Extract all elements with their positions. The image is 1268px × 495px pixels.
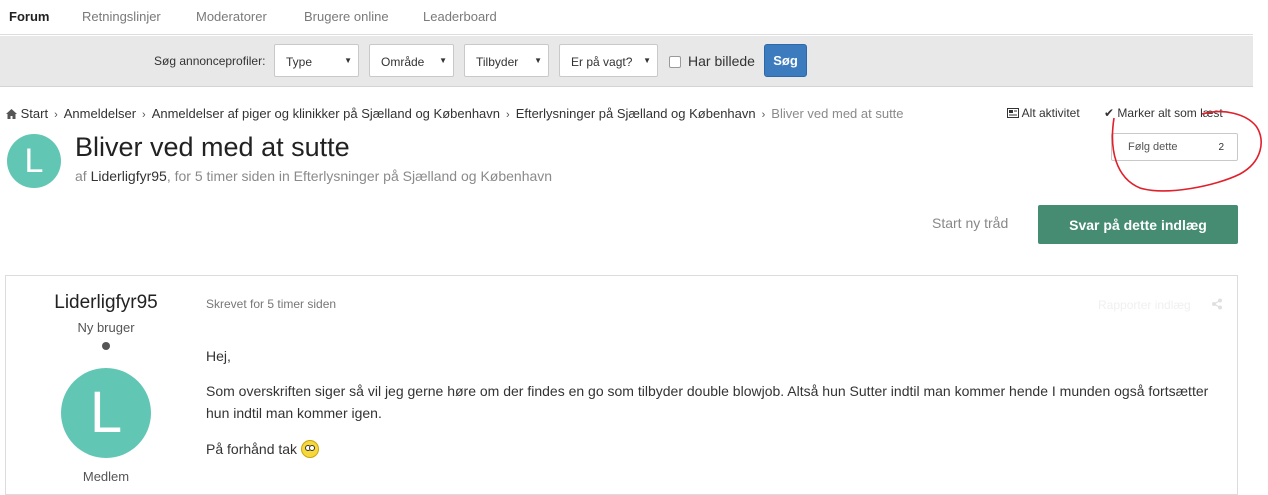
all-activity-label: Alt aktivitet — [1021, 106, 1080, 120]
post-author[interactable]: Liderligfyr95 — [6, 292, 206, 314]
has-image-checkbox[interactable] — [669, 56, 681, 68]
breadcrumb-current: Bliver ved med at sutte — [771, 106, 904, 121]
smiley-icon — [301, 440, 320, 458]
nav-item-moderatorer[interactable]: Moderatorer — [196, 9, 267, 24]
breadcrumb-start[interactable]: Start — [21, 106, 48, 121]
has-image-label[interactable]: Har billede — [688, 53, 755, 69]
area-select[interactable]: Område ▼ — [369, 44, 454, 77]
post: Liderligfyr95 Ny bruger L Medlem Skrevet… — [5, 275, 1238, 495]
post-paragraph: Hej, — [206, 348, 231, 364]
start-new-thread-button[interactable]: Start ny tråd — [932, 215, 1008, 231]
post-paragraph-text: På forhånd tak — [206, 441, 298, 457]
type-select-value: Type — [286, 55, 313, 69]
chevron-right-icon: › — [142, 109, 146, 121]
post-author-group: Medlem — [82, 469, 130, 484]
area-select-value: Område — [381, 55, 425, 69]
nav-item-retningslinjer[interactable]: Retningslinjer — [82, 9, 161, 24]
breadcrumb-efterlysninger[interactable]: Efterlysninger på Sjælland og København — [516, 106, 756, 121]
home-icon — [6, 109, 17, 119]
on-duty-select[interactable]: Er på vagt? ▼ — [559, 44, 658, 77]
chevron-right-icon: › — [506, 109, 510, 121]
all-activity-link[interactable]: Alt aktivitet — [1007, 106, 1080, 120]
red-annotation-circle — [1111, 110, 1262, 192]
report-post-link[interactable]: Rapporter indlæg — [1098, 298, 1191, 312]
page-title: Bliver ved med at sutte — [75, 132, 350, 162]
post-paragraph-last: På forhånd tak — [206, 438, 1226, 460]
nav-item-brugere-online[interactable]: Brugere online — [304, 9, 389, 24]
profile-search-bar: Søg annonceprofiler: Type ▼ Område ▼ Tilby… — [0, 36, 1253, 87]
provider-select-value: Tilbyder — [476, 55, 519, 69]
top-nav: Forum Retningslinjer Moderatorer Brugere… — [0, 0, 1253, 35]
share-icon[interactable] — [1211, 298, 1223, 310]
search-button[interactable]: Søg — [764, 44, 807, 77]
breadcrumb: Start › Anmeldelser › Anmeldelser af piger o… — [6, 106, 904, 121]
byline-meta: , for 5 timer siden in Efterlysninger på… — [166, 168, 553, 184]
breadcrumb-anmeldelser[interactable]: Anmeldelser — [64, 106, 136, 121]
post-author-rank: Ny bruger — [77, 320, 135, 335]
post-date: Skrevet for 5 timer siden — [206, 297, 337, 311]
on-duty-select-value: Er på vagt? — [571, 55, 633, 69]
byline-prefix: af — [75, 168, 91, 184]
dropdown-arrow-icon: ▼ — [534, 56, 542, 65]
search-label: Søg annonceprofiler: — [154, 54, 266, 68]
type-select[interactable]: Type ▼ — [274, 44, 359, 77]
chevron-right-icon: › — [761, 109, 766, 121]
nav-item-forum[interactable]: Forum — [9, 9, 49, 24]
thread-author-link[interactable]: Liderligfyr95 — [91, 168, 167, 184]
dropdown-arrow-icon: ▼ — [344, 56, 352, 65]
post-paragraph: Som overskriften siger så vil jeg gerne … — [206, 383, 1209, 421]
post-author-avatar[interactable]: L — [61, 368, 151, 458]
dropdown-arrow-icon: ▼ — [439, 56, 447, 65]
dropdown-arrow-icon: ▼ — [643, 56, 651, 65]
offline-status-dot — [102, 342, 110, 350]
activity-icon — [1007, 108, 1019, 118]
breadcrumb-sjaelland-reviews[interactable]: Anmeldelser af piger og klinikker på Sjæ… — [152, 106, 500, 121]
nav-item-leaderboard[interactable]: Leaderboard — [423, 9, 497, 24]
chevron-right-icon: › — [54, 109, 58, 121]
reply-button[interactable]: Svar på dette indlæg — [1038, 205, 1238, 244]
thread-author-avatar[interactable]: L — [7, 134, 61, 188]
thread-byline: af Liderligfyr95, for 5 timer siden in E… — [75, 168, 552, 184]
provider-select[interactable]: Tilbyder ▼ — [464, 44, 549, 77]
